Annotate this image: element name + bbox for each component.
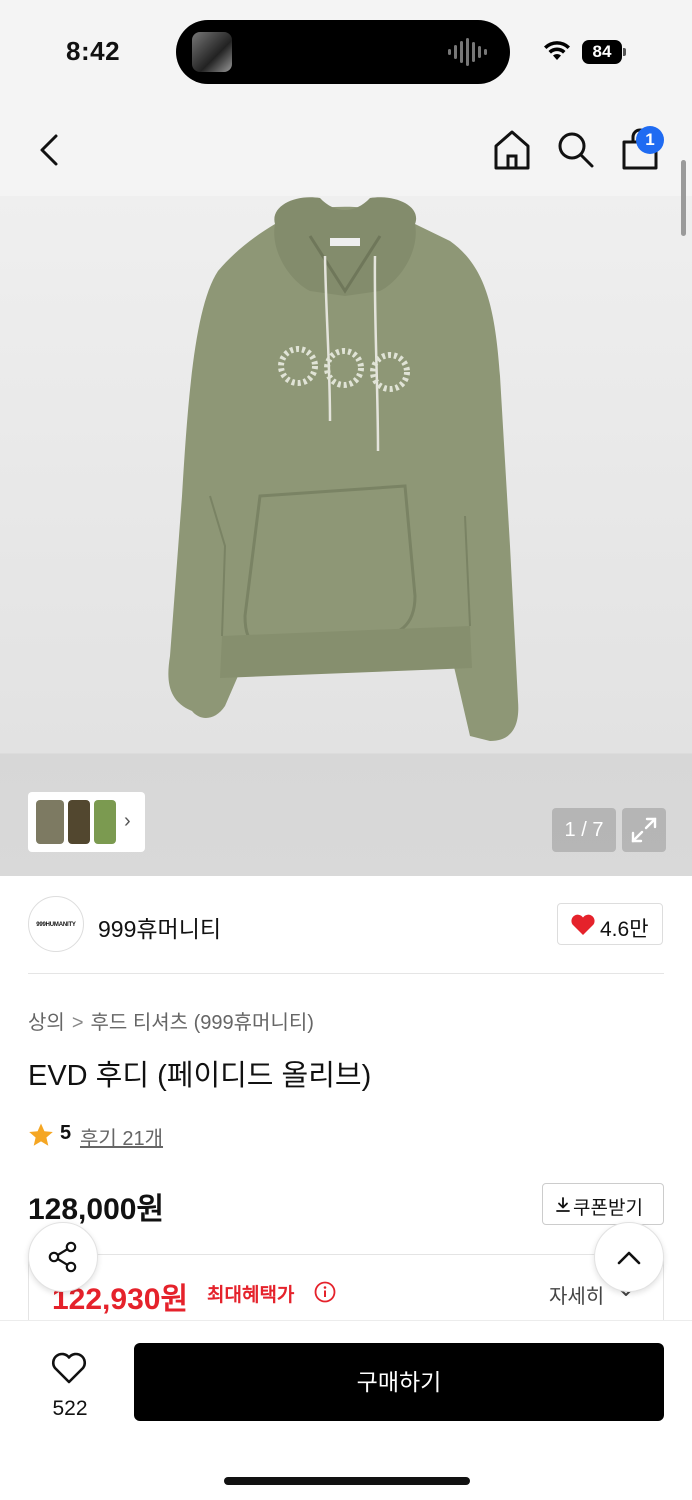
cart-count-badge: 1 bbox=[636, 126, 664, 154]
brand-logo[interactable]: 999HUMANITY bbox=[28, 896, 84, 952]
dynamic-island[interactable] bbox=[176, 20, 510, 84]
breadcrumb-item-hoodie[interactable]: 후드 티셔츠 (999휴머니티) bbox=[91, 1006, 314, 1035]
wishlist-count: 522 bbox=[52, 1397, 88, 1420]
review-count-link[interactable]: 후기 21개 bbox=[80, 1122, 163, 1151]
heart-outline-icon bbox=[52, 1352, 86, 1384]
coupon-label: 쿠폰받기 bbox=[573, 1198, 643, 1219]
product-image-hoodie bbox=[168, 197, 519, 741]
image-counter: 1 / 7 bbox=[552, 808, 616, 852]
share-button[interactable] bbox=[28, 1222, 98, 1292]
now-playing-artwork bbox=[192, 32, 232, 72]
back-arrow-icon[interactable] bbox=[30, 128, 70, 172]
battery-tip bbox=[623, 48, 626, 56]
brand-like-button[interactable]: 4.6만 bbox=[557, 903, 663, 945]
expand-icon bbox=[631, 817, 657, 843]
buy-button[interactable]: 구매하기 bbox=[134, 1343, 664, 1421]
status-time: 8:42 bbox=[66, 36, 121, 66]
benefit-detail-link[interactable]: 자세히 bbox=[549, 1280, 604, 1309]
chevron-up-icon bbox=[617, 1251, 641, 1265]
category-breadcrumb: 상의 > 후드 티셔츠 (999휴머니티) bbox=[28, 1006, 314, 1035]
scroll-to-top-button[interactable] bbox=[594, 1222, 664, 1292]
audio-waveform-icon bbox=[448, 38, 487, 66]
thumbnail-brown[interactable] bbox=[68, 800, 90, 844]
fullscreen-button[interactable] bbox=[622, 808, 666, 852]
heart-filled-icon bbox=[571, 914, 595, 935]
thumbnail-green[interactable] bbox=[94, 800, 116, 844]
product-image-gallery[interactable]: › 1 / 7 bbox=[0, 196, 692, 876]
thumbnail-olive[interactable] bbox=[36, 800, 64, 844]
wishlist-button[interactable]: 522 bbox=[30, 1341, 110, 1431]
rating-value: 5 bbox=[60, 1122, 72, 1144]
navigation-bar bbox=[0, 100, 692, 196]
original-price: 128,000원 bbox=[28, 1193, 165, 1226]
coupon-download-button[interactable]: 쿠폰받기 bbox=[542, 1183, 664, 1225]
download-icon bbox=[556, 1197, 570, 1212]
status-bar: 8:42 84 bbox=[0, 0, 692, 100]
breadcrumb-separator: > bbox=[71, 1012, 84, 1034]
brand-like-count: 4.6만 bbox=[600, 918, 649, 941]
product-title: EVD 후디 (페이디드 올리브) bbox=[28, 1060, 372, 1092]
star-icon bbox=[29, 1123, 53, 1146]
wifi-icon bbox=[544, 41, 570, 60]
home-indicator[interactable] bbox=[224, 1477, 470, 1485]
brand-name[interactable]: 999휴머니티 bbox=[98, 910, 221, 944]
thumbnail-next-icon[interactable]: › bbox=[124, 810, 131, 833]
breadcrumb-item-top[interactable]: 상의 bbox=[28, 1006, 65, 1035]
scrollbar[interactable] bbox=[681, 160, 686, 236]
home-icon[interactable] bbox=[490, 126, 534, 174]
battery-indicator: 84 bbox=[582, 40, 626, 64]
share-icon bbox=[48, 1241, 77, 1273]
thumbnail-strip[interactable]: › bbox=[28, 792, 145, 852]
section-divider bbox=[28, 973, 664, 974]
search-icon[interactable] bbox=[554, 128, 598, 172]
max-benefit-label: 최대혜택가 bbox=[207, 1285, 295, 1306]
battery-level: 84 bbox=[582, 40, 622, 64]
bottom-action-bar: 522 구매하기 bbox=[0, 1320, 692, 1500]
info-icon[interactable] bbox=[314, 1281, 336, 1303]
